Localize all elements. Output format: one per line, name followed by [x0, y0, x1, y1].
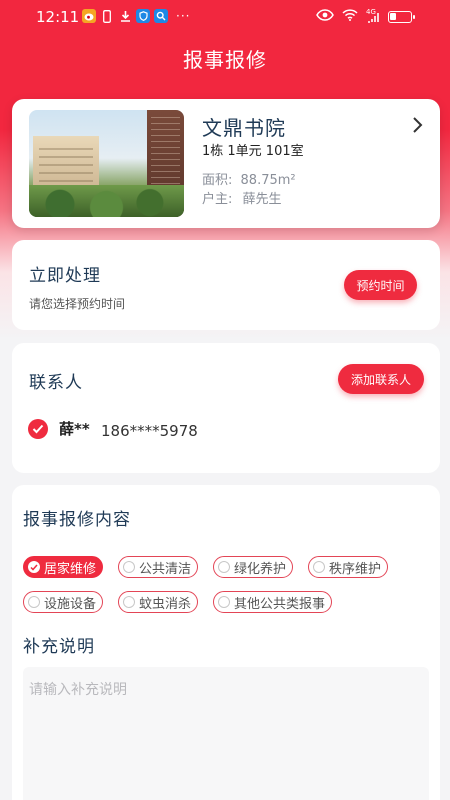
content-title: 报事报修内容	[23, 510, 131, 530]
tag-public-cleaning[interactable]: 公共清洁	[118, 556, 199, 578]
radio-icon	[123, 561, 135, 573]
tag-home-repair[interactable]: 居家维修	[23, 556, 104, 578]
weibo-icon	[82, 9, 96, 23]
contacts-title: 联系人	[29, 373, 83, 393]
contact-name: 薛**	[59, 420, 90, 438]
wifi-icon	[342, 9, 358, 25]
tag-pest-control[interactable]: 蚊虫消杀	[118, 591, 199, 613]
contacts-card: 联系人 添加联系人 薛** 186****5978	[12, 343, 440, 473]
check-icon	[32, 424, 44, 434]
tag-label: 设施设备	[44, 596, 97, 612]
remark-input[interactable]	[23, 667, 429, 800]
shield-icon	[136, 9, 150, 23]
contact-phone: 186****5978	[101, 422, 198, 440]
schedule-title: 立即处理	[29, 266, 101, 286]
radio-icon	[218, 596, 230, 608]
download-icon	[118, 9, 132, 23]
more-dots: ···	[176, 9, 191, 23]
tag-label: 居家维修	[44, 561, 97, 577]
eye-icon	[316, 9, 334, 25]
add-contact-button[interactable]: 添加联系人	[338, 364, 424, 394]
schedule-time-button[interactable]: 预约时间	[344, 270, 417, 300]
tag-label: 蚊虫消杀	[139, 596, 192, 612]
tag-facilities[interactable]: 设施设备	[23, 591, 104, 613]
radio-icon	[313, 561, 325, 573]
tag-label: 其他公共类报事	[234, 596, 326, 612]
check-circle-icon	[28, 561, 40, 573]
schedule-subtitle: 请您选择预约时间	[29, 297, 126, 311]
radio-icon	[218, 561, 230, 573]
radio-icon	[123, 596, 135, 608]
status-left-icons: ···	[82, 9, 190, 23]
tag-order-maintenance[interactable]: 秩序维护	[308, 556, 389, 578]
house-name: 文鼎书院	[202, 116, 286, 140]
signal-icon: 4G	[366, 8, 380, 23]
repair-content-card: 报事报修内容 居家维修 公共清洁 绿化养护 秩序维护 设施设备 蚊虫消杀 其他公…	[12, 485, 440, 800]
tag-label: 绿化养护	[234, 561, 287, 577]
tag-label: 公共清洁	[139, 561, 192, 577]
house-photo	[29, 110, 184, 217]
owner-label: 户主:	[202, 192, 233, 207]
house-area: 面积: 88.75m²	[202, 169, 296, 188]
page-title: 报事报修	[183, 48, 267, 72]
schedule-card: 立即处理 请您选择预约时间 预约时间	[12, 240, 440, 330]
area-value: 88.75m²	[240, 173, 296, 188]
status-bar: 12:11 ··· 4G	[0, 0, 450, 34]
tag-greening[interactable]: 绿化养护	[213, 556, 294, 578]
radio-icon	[28, 596, 40, 608]
contact-checkbox[interactable]	[28, 419, 48, 439]
tag-label: 秩序维护	[329, 561, 382, 577]
search-icon	[154, 9, 168, 23]
area-label: 面积:	[202, 173, 233, 188]
chevron-right-icon[interactable]	[410, 115, 424, 135]
remark-title: 补充说明	[23, 637, 95, 657]
tag-other-public[interactable]: 其他公共类报事	[213, 591, 333, 613]
status-right-icons: 4G	[316, 8, 415, 25]
battery-icon	[388, 11, 415, 23]
house-card[interactable]: 文鼎书院 1栋 1单元 101室 面积: 88.75m² 户主: 薛先生	[12, 99, 440, 228]
phone-icon	[100, 9, 114, 23]
owner-value: 薛先生	[242, 192, 282, 207]
status-time: 12:11	[36, 8, 80, 26]
house-owner: 户主: 薛先生	[202, 188, 282, 207]
house-unit: 1栋 1单元 101室	[202, 144, 304, 159]
